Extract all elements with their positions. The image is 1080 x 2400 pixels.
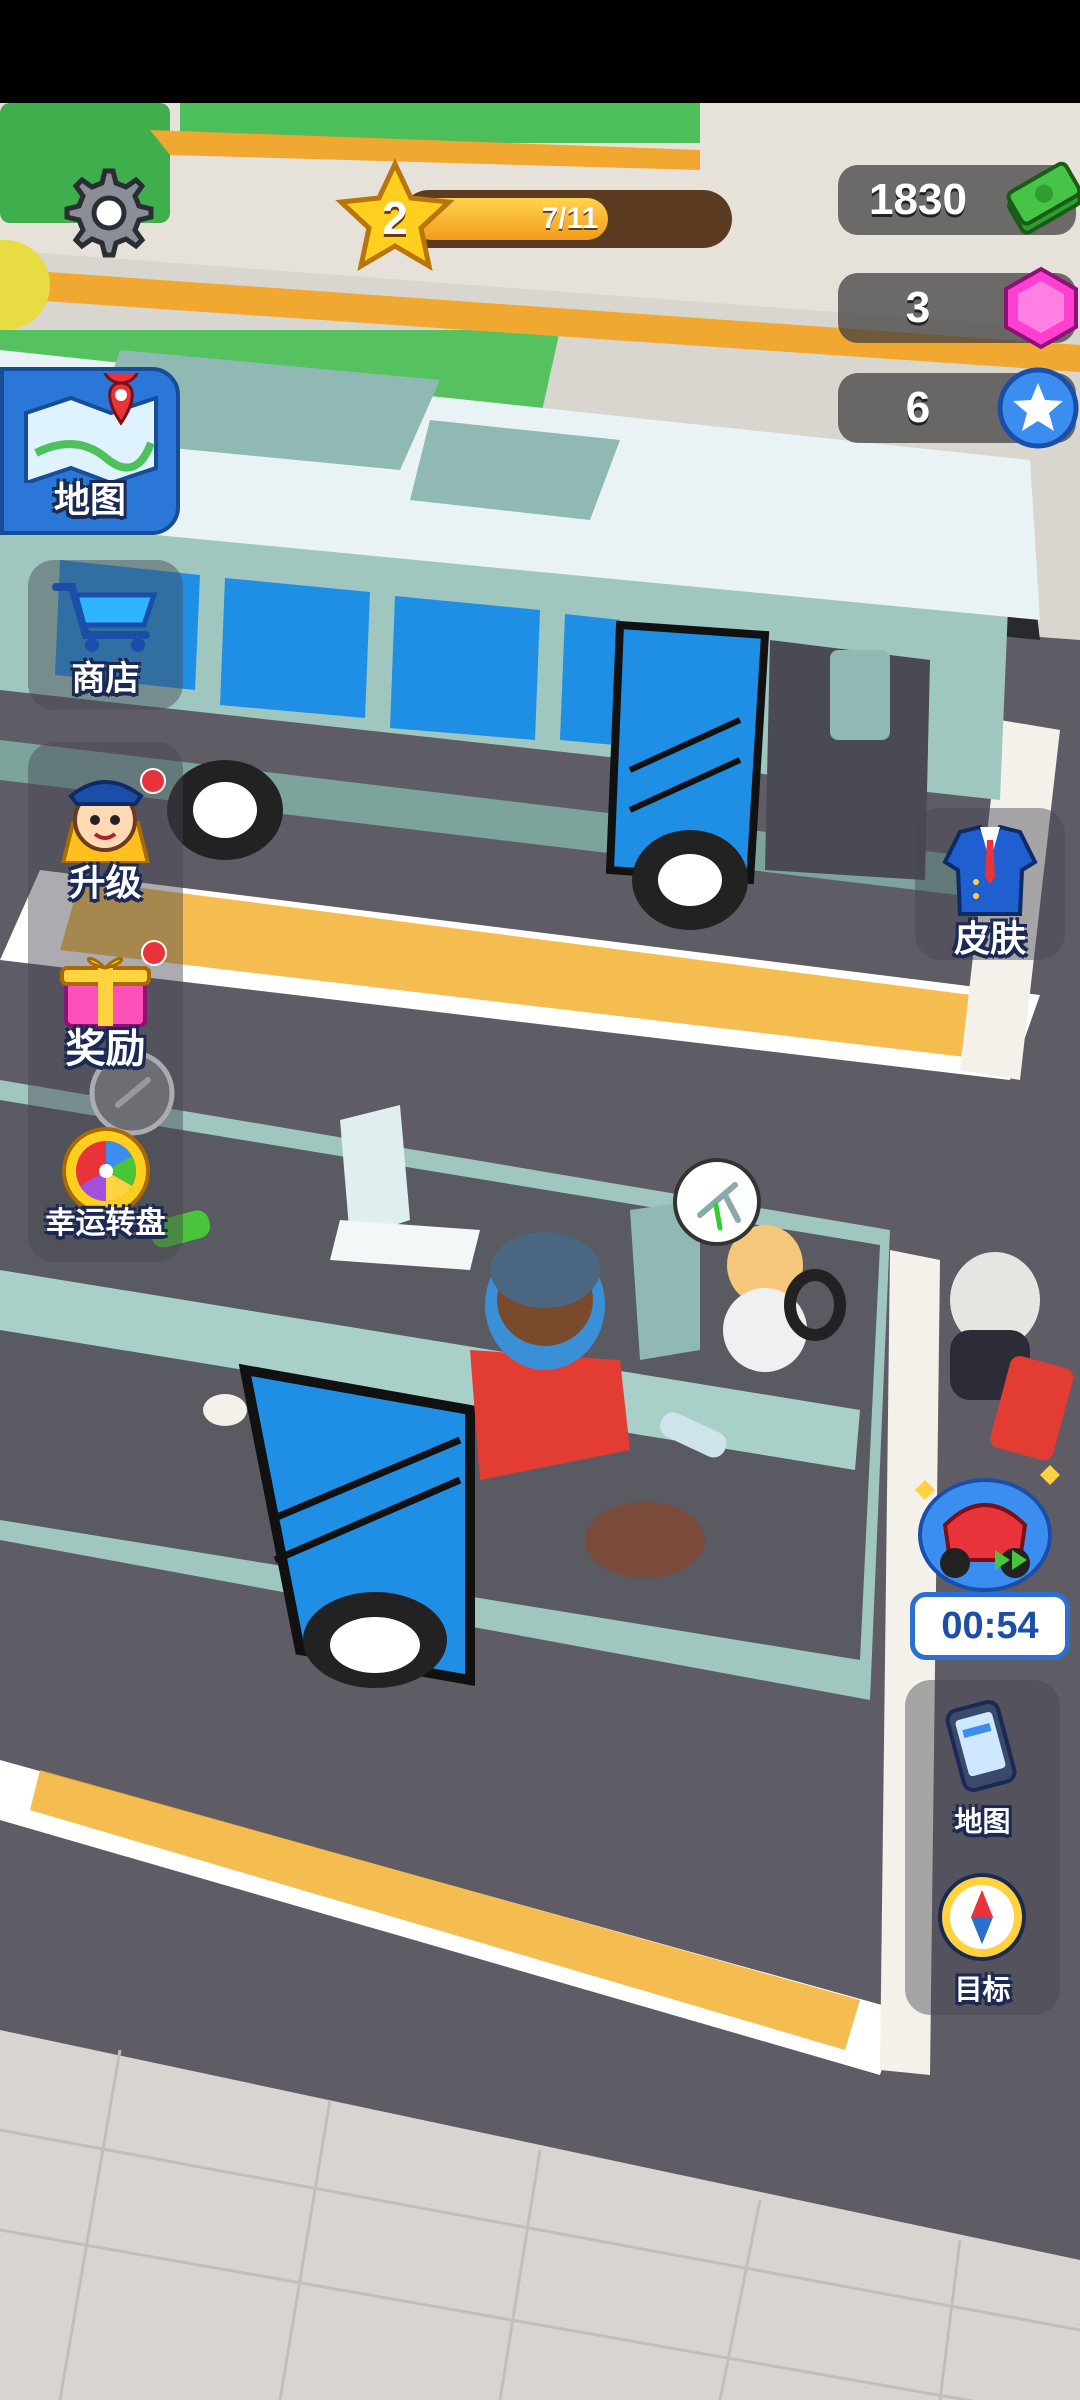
- map-button[interactable]: 地图: [0, 367, 180, 535]
- status-bar: [0, 0, 1080, 103]
- phone-map-button[interactable]: 地图: [905, 1700, 1060, 1840]
- cash-value: 1830: [869, 175, 967, 224]
- rewards-label: 奖励: [65, 1027, 146, 1071]
- gem-counter[interactable]: 3: [838, 266, 1078, 350]
- gear-icon: [64, 168, 154, 258]
- settings-button[interactable]: [55, 163, 155, 263]
- phone-icon: [945, 1700, 1017, 1793]
- target-label: 目标: [954, 1974, 1011, 2005]
- map-pin-icon: [24, 373, 158, 483]
- uniform-icon: [942, 824, 1038, 916]
- gem-value: 3: [905, 283, 931, 332]
- pink-gem-icon: [1004, 266, 1078, 350]
- lucky-wheel-label: 幸运转盘: [45, 1207, 166, 1240]
- scooter-boost-icon: [915, 1465, 1060, 1592]
- blue-star-icon: [997, 367, 1079, 449]
- lucky-wheel-button[interactable]: 幸运转盘: [28, 1126, 183, 1256]
- star-counter[interactable]: 6: [838, 367, 1079, 449]
- shop-label: 商店: [71, 660, 140, 698]
- rewards-notification-dot: [141, 940, 167, 966]
- skin-button[interactable]: 皮肤: [915, 822, 1065, 962]
- cash-counter[interactable]: 1830: [838, 161, 1080, 235]
- phone-map-label: 地图: [954, 1806, 1011, 1837]
- level-star-badge: 2: [335, 158, 455, 278]
- level-progress-text: 7/11: [541, 202, 599, 235]
- skin-label: 皮肤: [953, 918, 1026, 959]
- upgrade-label: 升级: [69, 862, 142, 903]
- upgrade-notification-dot: [140, 768, 166, 794]
- shop-button[interactable]: 商店: [28, 575, 183, 710]
- boost-timer: 00:54: [910, 1592, 1070, 1660]
- star-value: 6: [905, 383, 931, 432]
- compass-icon: [938, 1873, 1026, 1961]
- target-button[interactable]: 目标: [905, 1870, 1060, 2005]
- shopping-cart-icon: [52, 583, 158, 652]
- map-label: 地图: [53, 479, 126, 520]
- rewards-button[interactable]: 奖励: [28, 940, 183, 1071]
- upgrade-button[interactable]: 升级: [28, 768, 183, 903]
- cash-stack-icon: [1006, 161, 1080, 235]
- level-number: 2: [382, 192, 408, 244]
